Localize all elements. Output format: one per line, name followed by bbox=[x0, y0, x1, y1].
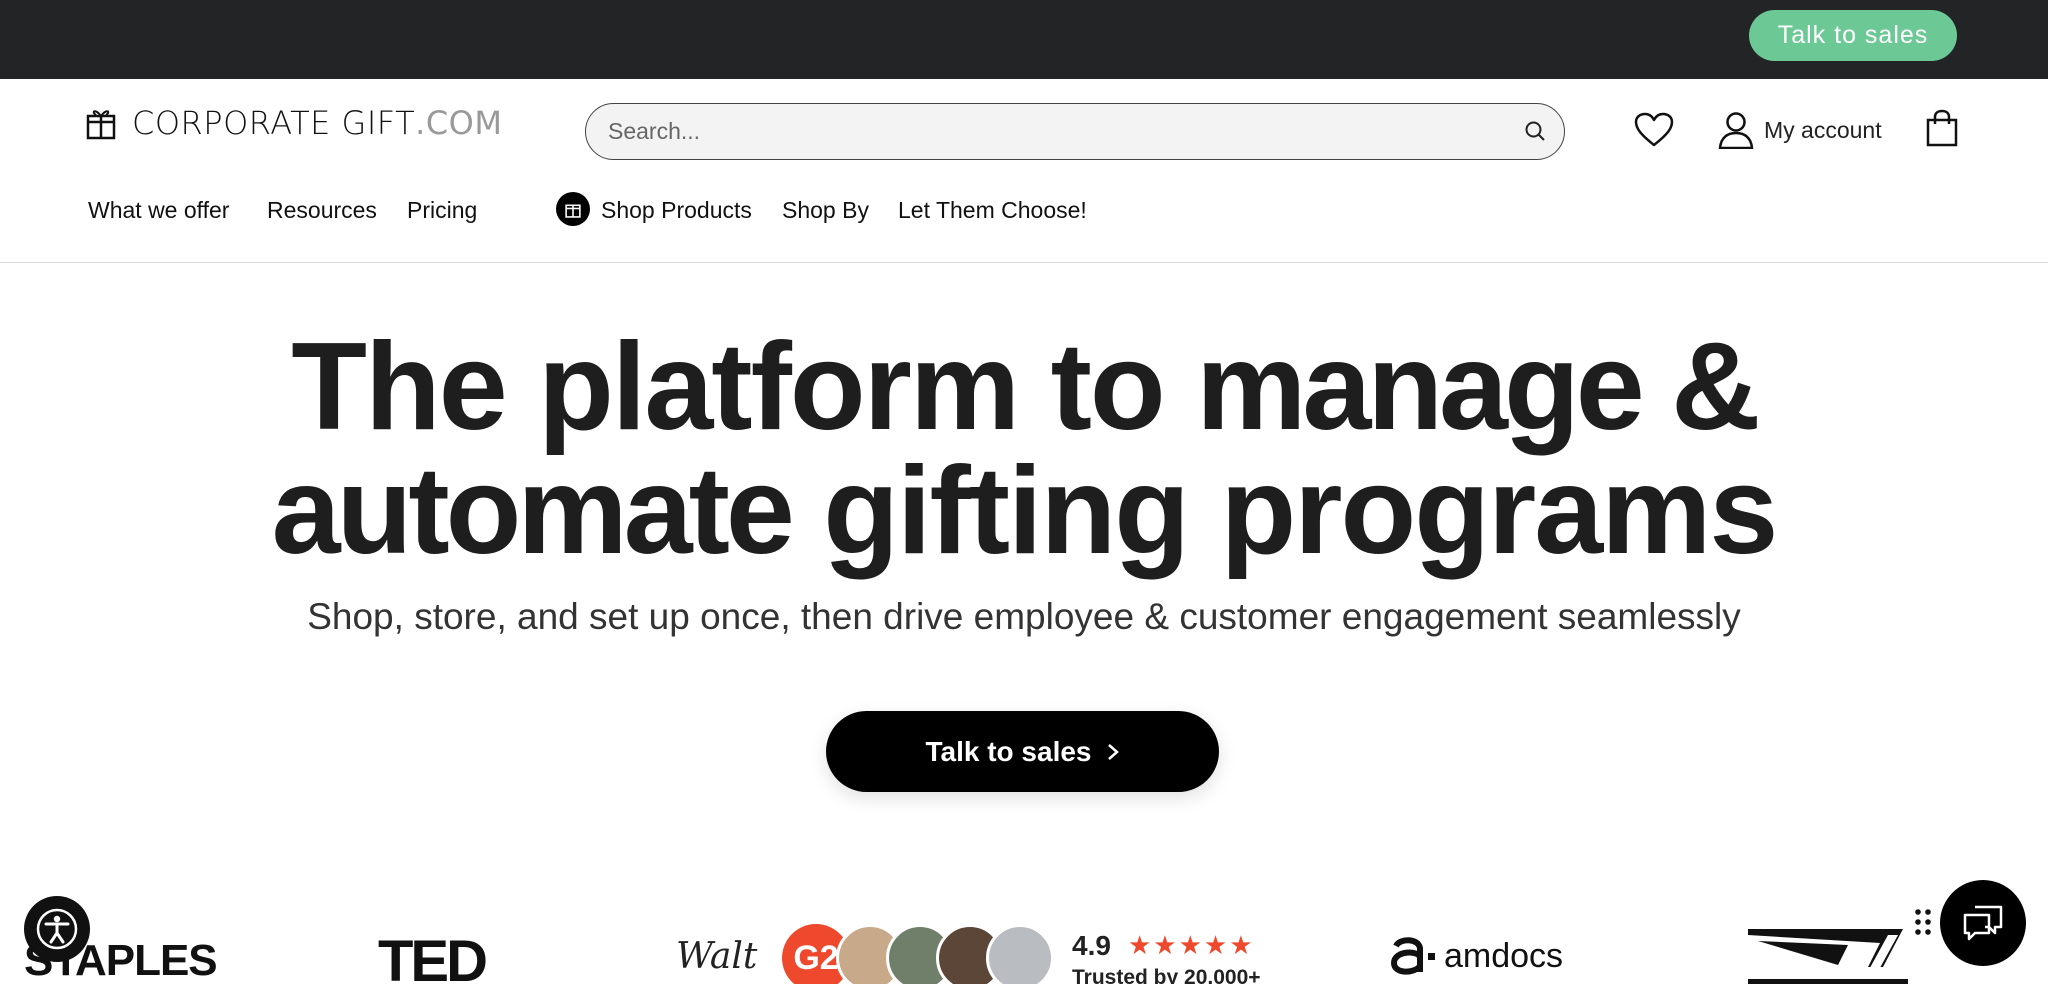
hero-subtitle: Shop, store, and set up once, then drive… bbox=[307, 596, 1741, 637]
trusted-by-text: Trusted by 20,000+ bbox=[1072, 966, 1261, 984]
search-icon[interactable] bbox=[1524, 120, 1546, 142]
accessibility-button[interactable] bbox=[24, 896, 90, 962]
talk-to-sales-button[interactable]: Talk to sales bbox=[1749, 10, 1957, 61]
drag-handle-icon[interactable] bbox=[1914, 908, 1932, 936]
my-account-label: My account bbox=[1764, 116, 1882, 143]
logo-tld: .COM bbox=[415, 104, 503, 142]
hero-title-bold2: automate bbox=[271, 442, 795, 580]
hero-talk-to-sales-button[interactable]: Talk to sales bbox=[826, 711, 1219, 792]
shopping-bag-icon[interactable] bbox=[1926, 109, 1958, 147]
ted-logo: TED bbox=[378, 929, 488, 984]
walt-logo: Walt bbox=[676, 936, 758, 977]
g2-review-badge[interactable]: G2 4.9 ★★★★★ Trusted by 20,000+ bbox=[782, 924, 1282, 984]
hero-cta-label: Talk to sales bbox=[925, 735, 1092, 767]
chat-button[interactable] bbox=[1940, 880, 2026, 966]
accessibility-icon bbox=[36, 908, 78, 950]
nav-shop-by[interactable]: Shop By bbox=[782, 197, 869, 224]
avatar bbox=[986, 924, 1054, 984]
gift-icon bbox=[565, 204, 581, 218]
nav-pricing[interactable]: Pricing bbox=[407, 197, 477, 224]
rating-value: 4.9 bbox=[1072, 930, 1111, 961]
nav-shop-products[interactable]: Shop Products bbox=[601, 197, 752, 224]
amdocs-logo: amdocs bbox=[1390, 936, 1563, 976]
site-header: CORPORATE GIFT.COM My account What we of… bbox=[0, 79, 2048, 263]
my-account-link[interactable]: My account bbox=[1718, 111, 1882, 149]
site-logo[interactable]: CORPORATE GIFT .COM bbox=[86, 103, 502, 143]
search-bar bbox=[585, 103, 1565, 160]
chat-icon bbox=[1963, 905, 2003, 941]
hero-title-bold1: manage & bbox=[1196, 318, 1761, 456]
hero-title: The platform to manage & automate giftin… bbox=[0, 325, 2048, 573]
logo-name: CORPORATE GIFT bbox=[132, 104, 416, 142]
search-input[interactable] bbox=[608, 104, 1488, 158]
hero-title-line-2: automate gifting programs bbox=[0, 449, 2048, 573]
hero-title-part2: gifting programs bbox=[790, 442, 1778, 580]
brand-logo-stripes bbox=[1748, 929, 1908, 984]
hero-title-part1: The platform to bbox=[291, 318, 1197, 456]
nav-resources[interactable]: Resources bbox=[267, 197, 377, 224]
top-bar: Talk to sales bbox=[0, 0, 2048, 79]
shop-products-gift-icon bbox=[556, 192, 590, 226]
nav-what-we-offer[interactable]: What we offer bbox=[88, 197, 229, 224]
nav-let-them-choose[interactable]: Let Them Choose! bbox=[898, 197, 1087, 224]
rating-stars: ★★★★★ bbox=[1128, 930, 1255, 960]
user-icon bbox=[1718, 112, 1754, 149]
gift-icon bbox=[86, 110, 116, 140]
heart-icon[interactable] bbox=[1634, 112, 1674, 148]
amdocs-mark-icon bbox=[1390, 937, 1435, 975]
hero-title-line-1: The platform to manage & bbox=[0, 325, 2048, 449]
amdocs-text: amdocs bbox=[1444, 936, 1564, 975]
main-nav: What we offer Resources Pricing Shop Pro… bbox=[0, 192, 2048, 227]
chevron-right-icon bbox=[1107, 743, 1119, 760]
